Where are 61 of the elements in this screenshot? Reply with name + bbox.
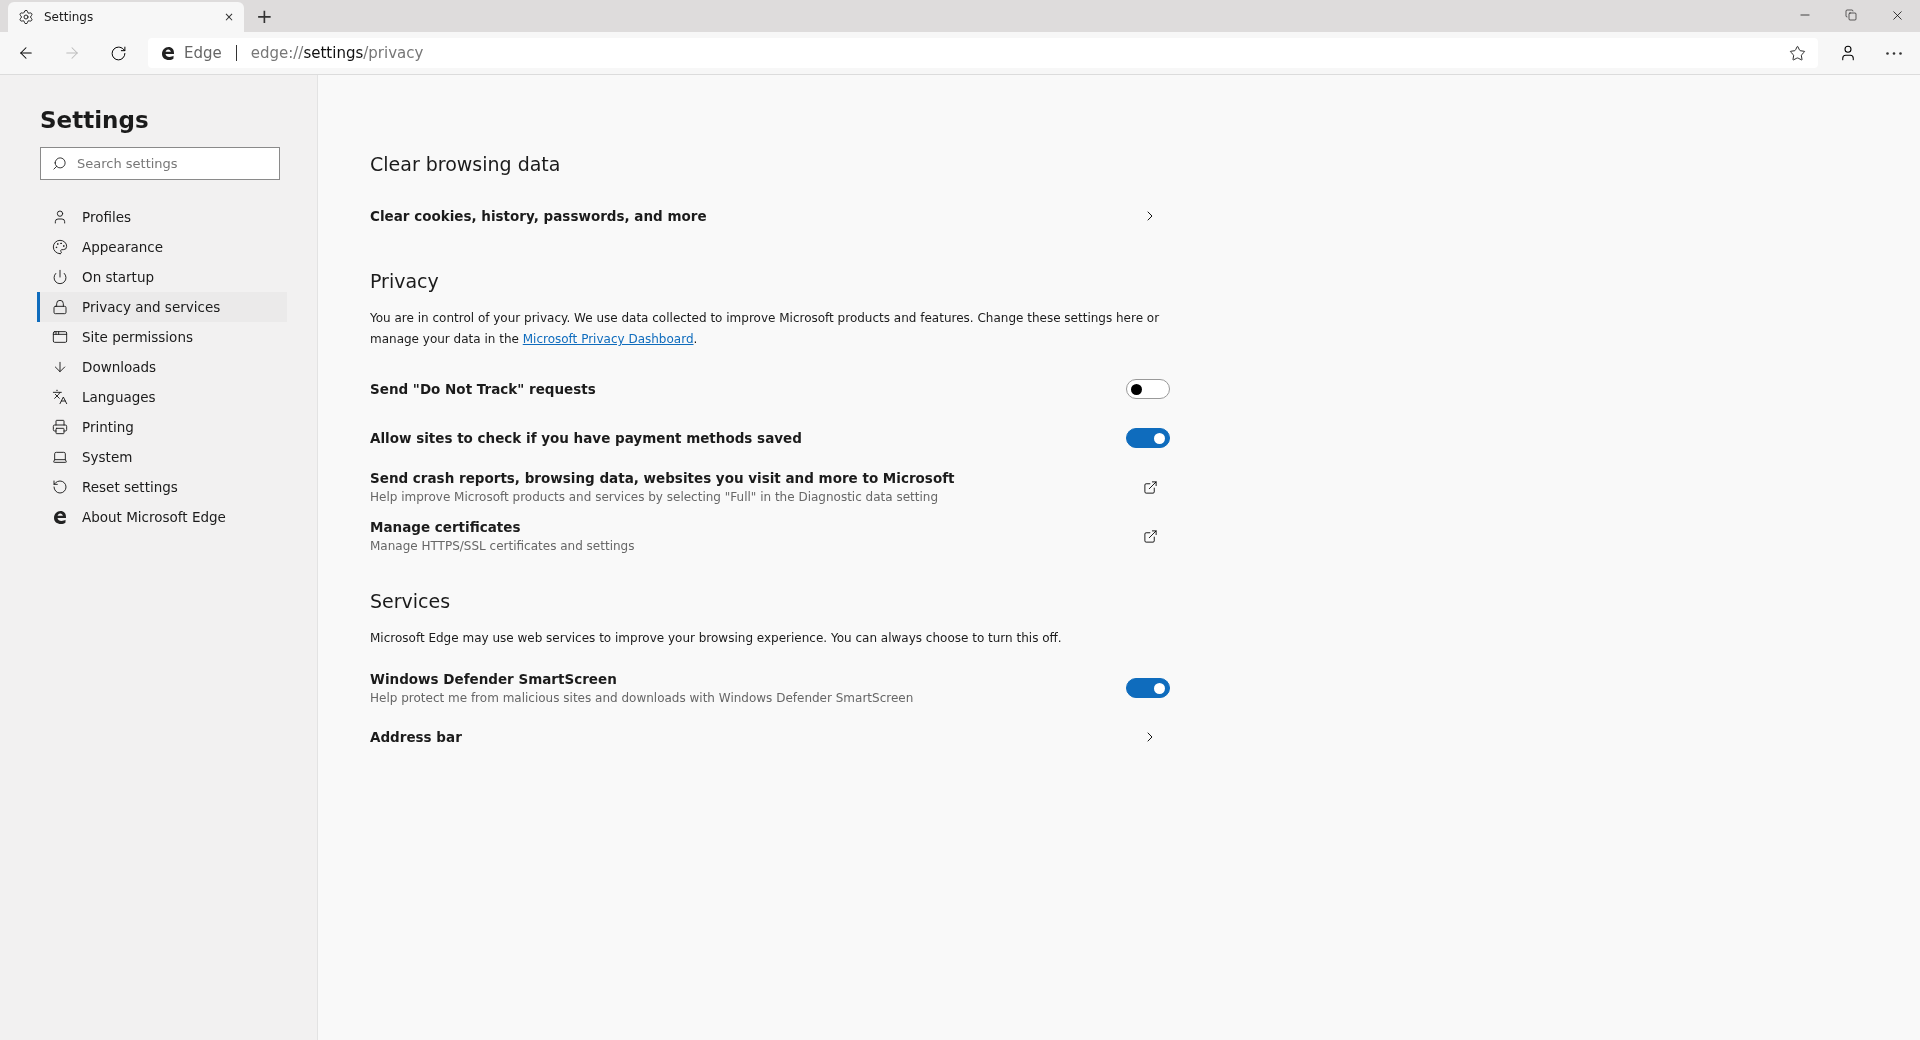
site-label: Edge	[184, 44, 222, 62]
toggle-switch[interactable]	[1126, 678, 1170, 698]
nav-icon	[52, 449, 68, 465]
section-title: Privacy	[370, 270, 440, 292]
sidebar-item[interactable]: Appearance	[37, 232, 287, 262]
sidebar-item[interactable]: Profiles	[37, 202, 287, 232]
new-tab-button[interactable]: +	[256, 4, 273, 28]
sidebar-item[interactable]: System	[37, 442, 287, 472]
sidebar-title: Settings	[40, 107, 150, 133]
nav-icon	[52, 329, 68, 345]
setting-label: Windows Defender SmartScreen	[370, 671, 618, 687]
external-link-icon[interactable]	[1143, 479, 1158, 495]
toggle-switch[interactable]	[1126, 379, 1170, 399]
setting-label: Send "Do Not Track" requests	[370, 381, 597, 397]
sidebar-item[interactable]: Site permissions	[37, 322, 287, 352]
setting-label: Clear cookies, history, passwords, and more	[370, 208, 708, 224]
section-title: Clear browsing data	[370, 153, 562, 175]
edge-logo-icon	[160, 45, 176, 61]
settings-icon	[18, 9, 34, 25]
restore-icon	[1845, 9, 1857, 21]
nav-icon	[52, 239, 68, 255]
setting-label: Manage certificates	[370, 519, 522, 535]
nav-icon	[52, 209, 68, 225]
search-field[interactable]: Search settings	[40, 147, 280, 180]
forward-arrow-icon	[63, 44, 81, 62]
address-bar[interactable]: Edge edge://settings/privacy	[148, 38, 1818, 68]
toggle-switch[interactable]	[1126, 428, 1170, 448]
setting-label: Allow sites to check if you have payment methods saved	[370, 430, 803, 446]
edge-logo-icon	[52, 509, 68, 525]
setting-label: Address bar	[370, 729, 463, 745]
close-tab-button[interactable]: ×	[223, 10, 234, 24]
sidebar-item[interactable]: Languages	[37, 382, 287, 412]
setting-description: Manage HTTPS/SSL certificates and settings	[370, 539, 636, 553]
nav-icon	[52, 479, 68, 495]
sidebar-item[interactable]: Privacy and services	[37, 292, 287, 322]
refresh-icon	[109, 44, 127, 62]
nav-icon	[52, 269, 68, 285]
tab-title: Settings	[44, 10, 95, 24]
sidebar-item[interactable]: Printing	[37, 412, 287, 442]
search-icon	[52, 156, 67, 171]
setting-label: Send crash reports, browsing data, websites you visit and more to Microsoft	[370, 470, 956, 486]
section-description: You are in control of your privacy. We use data collected to improve Microsoft products and features. Change these settings here or manage your data in the Microsoft Privacy Dashboard.	[370, 310, 1161, 348]
nav-icon	[52, 389, 68, 405]
nav-icon	[52, 359, 68, 375]
nav-icon	[52, 299, 68, 315]
section-description: Microsoft Edge may use web services to improve your browsing experience. You can always choose to turn this off.	[370, 630, 1063, 647]
privacy-dashboard-link[interactable]: Microsoft Privacy Dashboard	[522, 332, 694, 346]
setting-description: Help improve Microsoft products and services by selecting "Full" in the Diagnostic data setting	[370, 490, 940, 504]
browser-tab[interactable]: Settings ×	[8, 2, 244, 32]
external-link-icon[interactable]	[1143, 528, 1158, 544]
favorite-star-icon[interactable]	[1789, 44, 1806, 62]
more-dots-icon	[1886, 51, 1902, 55]
setting-description: Help protect me from malicious sites and downloads with Windows Defender SmartScreen	[370, 691, 915, 705]
url-text: edge://settings/privacy	[250, 44, 425, 62]
person-icon	[1839, 44, 1857, 62]
section-title: Services	[370, 590, 452, 612]
sidebar-item[interactable]: On startup	[37, 262, 287, 292]
sidebar-item[interactable]: Reset settings	[37, 472, 287, 502]
sidebar-item[interactable]: Downloads	[37, 352, 287, 382]
sidebar-item[interactable]: About Microsoft Edge	[37, 502, 287, 532]
nav-icon	[52, 419, 68, 435]
